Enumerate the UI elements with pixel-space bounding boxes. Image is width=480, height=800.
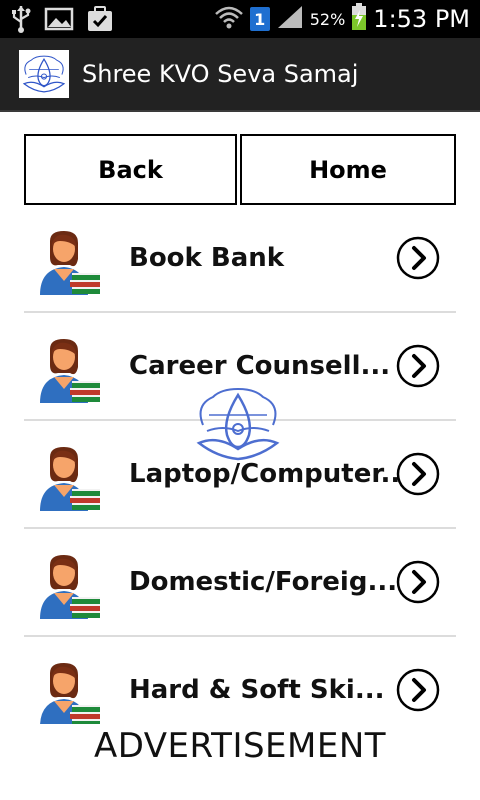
home-button[interactable]: Home bbox=[240, 134, 456, 205]
usb-icon bbox=[10, 4, 32, 38]
student-books-icon bbox=[36, 445, 102, 511]
samaj-logo-icon[interactable] bbox=[19, 50, 69, 98]
student-books-icon bbox=[36, 229, 102, 295]
list-item-laptop-computer[interactable]: Laptop/Computer... bbox=[24, 421, 456, 529]
action-bar: Shree KVO Seva Samaj bbox=[0, 38, 480, 112]
chevron-right-circle-icon[interactable] bbox=[396, 236, 440, 280]
scheme-list[interactable]: Book Bank Career Counsell... Laptop/Comp… bbox=[24, 205, 456, 724]
task-done-icon bbox=[86, 5, 114, 37]
battery-charging-icon bbox=[351, 3, 367, 35]
student-books-icon bbox=[36, 661, 102, 724]
app-title: Shree KVO Seva Samaj bbox=[82, 60, 359, 88]
list-item-label: Laptop/Computer... bbox=[129, 459, 411, 489]
battery-percent: 52% bbox=[309, 9, 346, 29]
sim-icon: 1 bbox=[249, 7, 270, 31]
back-button[interactable]: Back bbox=[24, 134, 237, 205]
chevron-right-circle-icon[interactable] bbox=[396, 668, 440, 712]
list-item-hard-soft-skills[interactable]: Hard & Soft Ski... bbox=[24, 637, 456, 724]
status-time: 1:53 PM bbox=[373, 5, 470, 33]
status-left-icons bbox=[10, 4, 114, 38]
student-books-icon bbox=[36, 337, 102, 403]
list-item-book-bank[interactable]: Book Bank bbox=[24, 205, 456, 313]
list-item-label: Hard & Soft Ski... bbox=[129, 675, 385, 705]
status-right-icons: 1 52% 1:53 PM bbox=[214, 0, 470, 38]
advertisement-banner[interactable]: ADVERTISEMENT bbox=[0, 726, 480, 778]
student-books-icon bbox=[36, 553, 102, 619]
list-item-domestic-foreign[interactable]: Domestic/Foreig... bbox=[24, 529, 456, 637]
chevron-right-circle-icon[interactable] bbox=[396, 452, 440, 496]
list-item-label: Career Counsell... bbox=[129, 351, 391, 381]
image-icon bbox=[44, 6, 74, 36]
chevron-right-circle-icon[interactable] bbox=[396, 344, 440, 388]
list-item-career-counselling[interactable]: Career Counsell... bbox=[24, 313, 456, 421]
list-item-label: Domestic/Foreig... bbox=[129, 567, 398, 597]
chevron-right-circle-icon[interactable] bbox=[396, 560, 440, 604]
status-bar: 1 52% 1:53 PM bbox=[0, 0, 480, 38]
list-item-label: Book Bank bbox=[129, 243, 285, 273]
wifi-icon bbox=[214, 4, 244, 34]
signal-icon bbox=[276, 4, 304, 34]
